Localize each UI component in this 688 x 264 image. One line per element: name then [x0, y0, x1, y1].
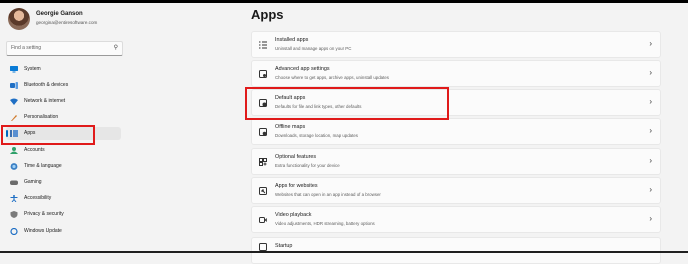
sidebar-item-label: Bluetooth & devices: [24, 82, 69, 88]
accounts-icon: [10, 147, 18, 154]
sidebar-item-label: System: [24, 66, 41, 72]
apps-for-websites-icon: [259, 187, 267, 195]
bluetooth-icon: [10, 82, 18, 89]
card-offline-maps[interactable]: Offline maps Downloads, storage location…: [251, 118, 661, 145]
card-description: Uninstall and manage apps on your PC: [275, 46, 352, 51]
sidebar-item-label: Gaming: [24, 179, 42, 185]
sidebar-item-network[interactable]: Network & internet: [6, 95, 121, 108]
accessibility-icon: [10, 195, 18, 202]
windows-update-icon: [10, 228, 18, 235]
card-advanced-app-settings[interactable]: Advanced app settings Choose where to ge…: [251, 60, 661, 87]
network-icon: [10, 98, 18, 105]
page-title: Apps: [251, 7, 284, 22]
apps-highlight-box: [1, 125, 95, 145]
offline-maps-icon: [259, 128, 267, 136]
search-icon: ⚲: [113, 45, 118, 51]
chevron-right-icon: ›: [649, 97, 652, 106]
card-description: Choose where to get apps, archive apps, …: [275, 75, 389, 80]
sidebar-item-accessibility[interactable]: Accessibility: [6, 192, 121, 205]
chevron-right-icon: ›: [649, 126, 652, 135]
avatar[interactable]: [8, 8, 30, 30]
card-description: Extra functionality for your device: [275, 163, 340, 168]
card-title: Apps for websites: [275, 183, 318, 189]
card-description: Video adjustments, HDR streaming, batter…: [275, 221, 375, 226]
chevron-right-icon: ›: [649, 185, 652, 194]
card-title: Installed apps: [275, 37, 309, 43]
search-input[interactable]: Find a setting ⚲: [6, 41, 123, 56]
default-apps-highlight-box: [245, 87, 449, 120]
sidebar-item-time-language[interactable]: Time & language: [6, 160, 121, 173]
chevron-right-icon: ›: [649, 214, 652, 223]
gaming-icon: [10, 180, 18, 185]
system-icon: [10, 66, 18, 73]
card-apps-for-websites[interactable]: Apps for websites Websites that can open…: [251, 177, 661, 204]
search-placeholder: Find a setting: [11, 45, 42, 51]
card-title: Offline maps: [275, 124, 306, 130]
card-title: Startup: [275, 243, 293, 249]
brush-icon: [11, 115, 17, 121]
sidebar-item-personalisation[interactable]: Personalisation: [6, 111, 121, 124]
sidebar-item-accounts[interactable]: Accounts: [6, 144, 121, 157]
chevron-right-icon: ›: [649, 39, 652, 48]
card-optional-features[interactable]: Optional features Extra functionality fo…: [251, 148, 661, 175]
sidebar-item-label: Privacy & security: [24, 211, 64, 217]
sidebar-item-gaming[interactable]: Gaming: [6, 176, 121, 189]
card-installed-apps[interactable]: Installed apps Uninstall and manage apps…: [251, 31, 661, 58]
card-title: Optional features: [275, 154, 317, 160]
sidebar-item-label: Network & internet: [24, 98, 66, 104]
shield-icon: [10, 211, 18, 218]
card-video-playback[interactable]: Video playback Video adjustments, HDR st…: [251, 206, 661, 233]
card-description: Downloads, storage location, map updates: [275, 133, 358, 138]
installed-apps-icon: [259, 41, 267, 49]
card-description: Websites that can open in an app instead…: [275, 192, 381, 197]
sidebar-item-label: Accounts: [24, 147, 45, 153]
sidebar-item-label: Personalisation: [24, 114, 59, 120]
optional-features-icon: [259, 158, 267, 166]
time-language-icon: [10, 163, 18, 170]
user-email: georgina@entiresoftware.com: [36, 20, 98, 25]
chevron-right-icon: ›: [649, 68, 652, 77]
advanced-app-settings-icon: [259, 70, 267, 78]
chevron-right-icon: ›: [649, 156, 652, 165]
card-title: Advanced app settings: [275, 66, 330, 72]
sidebar-item-system[interactable]: System: [6, 63, 121, 76]
user-name: Georgie Ganson: [36, 11, 83, 17]
sidebar-item-privacy-security[interactable]: Privacy & security: [6, 208, 121, 221]
sidebar-item-bluetooth[interactable]: Bluetooth & devices: [6, 79, 121, 92]
card-title: Video playback: [275, 212, 312, 218]
video-playback-icon: [259, 217, 267, 223]
sidebar-item-label: Windows Update: [24, 228, 62, 234]
startup-icon: [259, 243, 267, 251]
sidebar-item-label: Time & language: [24, 163, 62, 169]
sidebar-item-label: Accessibility: [24, 195, 52, 201]
sidebar-item-windows-update[interactable]: Windows Update: [6, 225, 121, 238]
